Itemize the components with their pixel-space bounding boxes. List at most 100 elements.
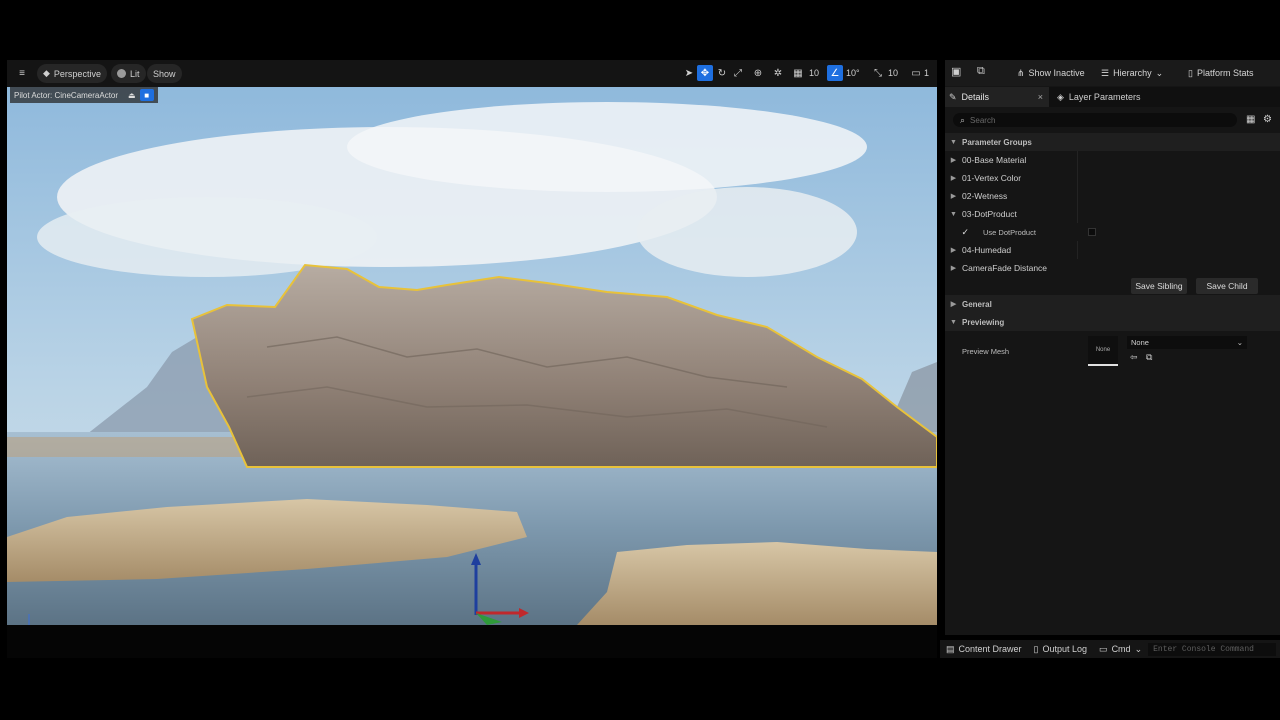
- param-group-label: CameraFade Distance: [962, 263, 1048, 273]
- viewport-toolbar: ≡ ◆ Perspective Lit Show ➤ ✥ ↻ ⤢ ⊕ ✲ ▦ 1…: [7, 60, 937, 87]
- camera-speed-icon[interactable]: ▭: [908, 65, 924, 81]
- lit-sphere-icon: [117, 69, 126, 78]
- scene-render: [7, 87, 937, 625]
- perspective-label: Perspective: [53, 68, 101, 79]
- show-button[interactable]: Show: [147, 64, 182, 83]
- search-input[interactable]: ⌕ Search: [953, 113, 1237, 127]
- param-group-label: 00-Base Material: [962, 155, 1027, 165]
- table-view-icon[interactable]: ▦: [1246, 114, 1255, 125]
- content-drawer-label: Content Drawer: [958, 644, 1022, 654]
- select-arrow-icon[interactable]: ➤: [681, 65, 697, 81]
- scale-snap-value[interactable]: 10: [888, 65, 898, 81]
- browse-asset-icon[interactable]: ⧉: [977, 65, 993, 79]
- hamburger-icon[interactable]: ≡: [14, 65, 30, 81]
- hierarchy-icon: ☰: [1101, 67, 1110, 78]
- hierarchy-dropdown[interactable]: ☰ Hierarchy ⌄: [1101, 65, 1163, 81]
- output-log-button[interactable]: ▯ Output Log: [1028, 640, 1094, 658]
- camera-icon[interactable]: ■: [139, 89, 154, 101]
- world-globe-icon[interactable]: ⊕: [750, 65, 766, 81]
- save-child-button[interactable]: Save Child: [1196, 278, 1258, 294]
- surface-snap-icon[interactable]: ✲: [770, 65, 786, 81]
- show-inactive-label: Show Inactive: [1028, 68, 1085, 78]
- gear-icon[interactable]: ⚙: [1263, 114, 1272, 125]
- use-dotproduct-row: ✓ Use DotProduct: [945, 223, 1280, 241]
- perspective-button[interactable]: ◆ Perspective: [37, 64, 107, 83]
- general-label: General: [962, 299, 992, 309]
- drawer-icon: ▤: [946, 643, 955, 654]
- use-dotproduct-label: Use DotProduct: [983, 227, 1036, 237]
- save-icon[interactable]: ▣: [951, 65, 965, 79]
- chevron-right-icon: ▶: [950, 301, 957, 308]
- use-selected-arrow-icon[interactable]: ⇦: [1130, 352, 1138, 363]
- param-group-label: 04-Humedad: [962, 245, 1012, 255]
- console-input[interactable]: Enter Console Command: [1148, 642, 1277, 656]
- hierarchy-tree-icon: ⋔: [1017, 67, 1025, 78]
- angle-snap-value[interactable]: 10°: [846, 65, 860, 81]
- preview-mesh-thumbnail[interactable]: None: [1088, 336, 1118, 366]
- preview-mesh-label: Preview Mesh: [962, 346, 1010, 356]
- panel-toolbar: ▣ ⧉ ⋔ Show Inactive ☰ Hierarchy ⌄ ▯ Plat…: [945, 60, 1280, 86]
- rotate-icon[interactable]: ↻: [714, 65, 730, 81]
- close-icon[interactable]: ×: [1038, 92, 1043, 102]
- search-icon: ⌕: [960, 114, 966, 125]
- level-viewport[interactable]: ≡ ◆ Perspective Lit Show ➤ ✥ ↻ ⤢ ⊕ ✲ ▦ 1…: [7, 60, 937, 658]
- scale-snap-icon[interactable]: ⤡: [870, 65, 886, 81]
- tab-bar: ✎ Details × ◈ Layer Parameters: [945, 87, 1280, 107]
- chevron-down-icon: ▼: [950, 138, 957, 146]
- terminal-icon: ▭: [1099, 643, 1108, 654]
- param-group-row[interactable]: ▶ 04-Humedad: [945, 241, 1280, 259]
- log-icon: ▯: [1033, 643, 1039, 654]
- translate-icon[interactable]: ✥: [697, 65, 713, 81]
- chevron-down-icon: ▼: [950, 318, 957, 326]
- pilot-actor-label: Pilot Actor: CineCameraActor: [14, 90, 119, 100]
- camera-speed-value[interactable]: 1: [924, 65, 929, 81]
- preview-mesh-dropdown[interactable]: None ⌄: [1127, 336, 1247, 349]
- chevron-down-icon: ⌄: [1236, 338, 1243, 347]
- param-group-row[interactable]: ▶ CameraFade Distance: [945, 259, 1280, 277]
- save-sibling-button[interactable]: Save Sibling: [1131, 278, 1187, 294]
- chevron-right-icon: ▶: [950, 193, 957, 200]
- tab-details[interactable]: ✎ Details ×: [945, 87, 1049, 107]
- eject-icon[interactable]: ⏏: [128, 91, 136, 100]
- previewing-label: Previewing: [962, 317, 1005, 327]
- grid-snap-value[interactable]: 10: [809, 65, 819, 81]
- param-group-row[interactable]: ▶ 00-Base Material: [945, 151, 1280, 169]
- chevron-down-icon: ⌄: [1155, 67, 1164, 78]
- param-group-label: 03-DotProduct: [962, 209, 1017, 219]
- previewing-header[interactable]: ▼ Previewing: [945, 313, 1280, 331]
- show-inactive-button[interactable]: ⋔ Show Inactive: [1017, 65, 1085, 81]
- param-group-row[interactable]: ▶ 01-Vertex Color: [945, 169, 1280, 187]
- use-dotproduct-checkbox[interactable]: [1088, 228, 1096, 236]
- chevron-down-icon: ⌄: [1134, 643, 1143, 654]
- pilot-actor-bar: Pilot Actor: CineCameraActor ⏏ ■: [10, 87, 158, 103]
- param-group-row-expanded[interactable]: ▼ 03-DotProduct: [945, 205, 1280, 223]
- status-bar: ▤ Content Drawer ▯ Output Log ▭ Cmd ⌄ En…: [940, 640, 1280, 658]
- angle-snap-icon[interactable]: ∠: [827, 65, 843, 81]
- cmd-dropdown[interactable]: ▭ Cmd ⌄: [1093, 640, 1148, 658]
- browse-folder-icon[interactable]: ⧉: [1146, 352, 1152, 363]
- platform-stats-button[interactable]: ▯ Platform Stats: [1188, 65, 1253, 81]
- general-header[interactable]: ▶ General: [945, 295, 1280, 313]
- content-drawer-button[interactable]: ▤ Content Drawer: [940, 640, 1028, 658]
- parameter-groups-label: Parameter Groups: [962, 137, 1032, 147]
- grid-snap-icon[interactable]: ▦: [790, 65, 806, 81]
- material-instance-details-panel: ▣ ⧉ ⋔ Show Inactive ☰ Hierarchy ⌄ ▯ Plat…: [945, 60, 1280, 635]
- checkmark-icon[interactable]: ✓: [945, 227, 969, 238]
- viewport-bottom-area: [7, 625, 937, 658]
- hierarchy-label: Hierarchy: [1113, 68, 1152, 78]
- tab-layer-parameters[interactable]: ◈ Layer Parameters: [1057, 87, 1140, 107]
- search-placeholder: Search: [970, 115, 996, 125]
- chevron-down-icon: ▼: [950, 210, 957, 218]
- pencil-icon: ✎: [949, 91, 957, 102]
- param-group-label: 02-Wetness: [962, 191, 1008, 201]
- platform-stats-label: Platform Stats: [1196, 68, 1254, 78]
- view-mode-button[interactable]: Lit: [111, 64, 146, 83]
- cube-icon: ◆: [43, 68, 50, 78]
- param-group-label: 01-Vertex Color: [962, 173, 1022, 183]
- scale-icon[interactable]: ⤢: [730, 65, 746, 81]
- param-group-row[interactable]: ▶ 02-Wetness: [945, 187, 1280, 205]
- parameter-groups-header[interactable]: ▼ Parameter Groups: [945, 133, 1280, 151]
- output-log-label: Output Log: [1042, 644, 1088, 654]
- viewport-scene[interactable]: [7, 87, 937, 625]
- tab-layer-parameters-label: Layer Parameters: [1068, 92, 1141, 102]
